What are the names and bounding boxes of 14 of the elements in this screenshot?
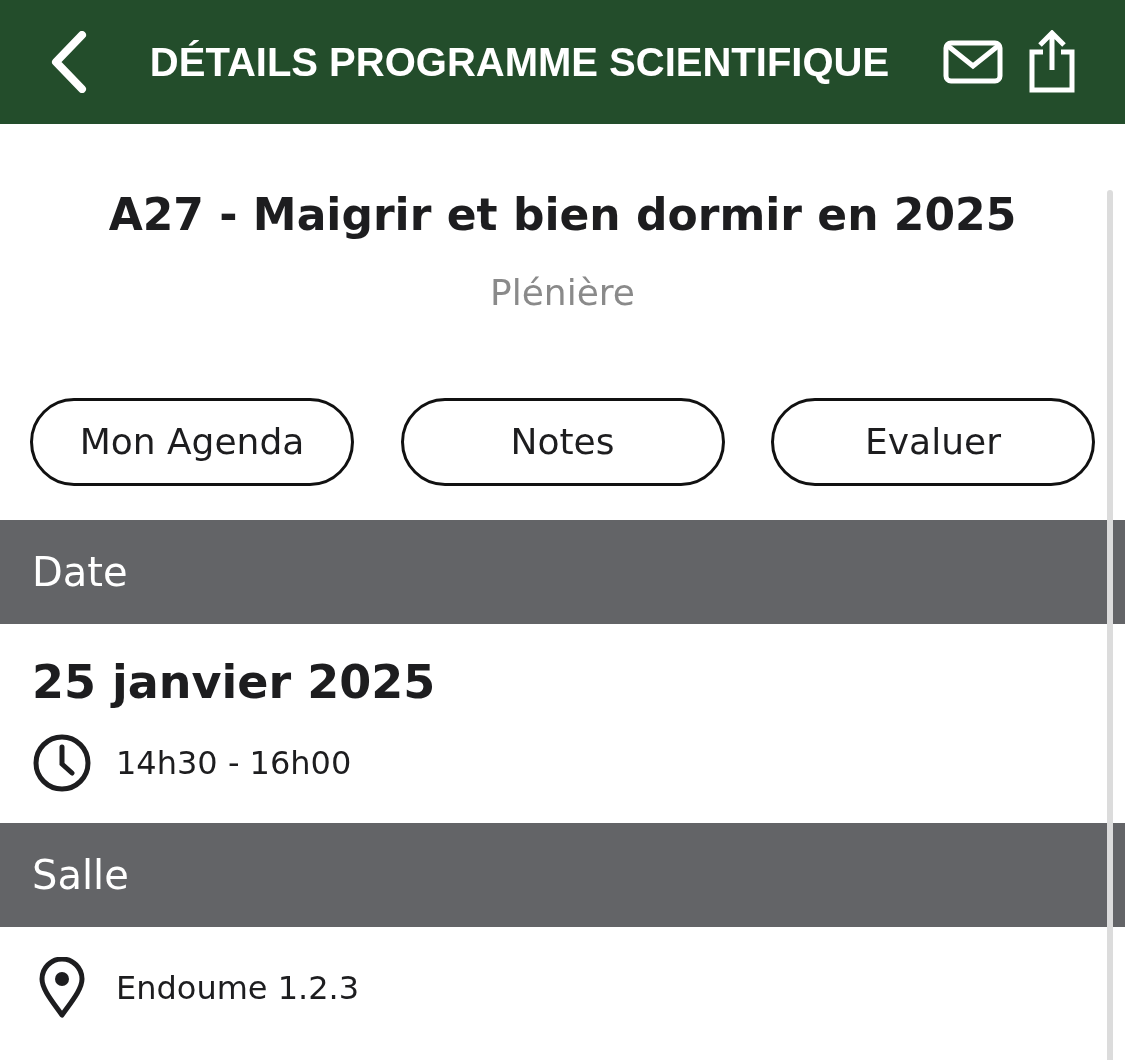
share-icon[interactable] — [1027, 30, 1077, 94]
action-button[interactable]: Mon Agenda — [30, 398, 354, 486]
page-title: DÉTAILS PROGRAMME SCIENTIFIQUE — [149, 40, 890, 84]
room-name: Endoume 1.2.3 — [116, 968, 360, 1009]
section-heading: Salle — [32, 851, 129, 900]
section-heading: Date — [32, 548, 128, 597]
time-range: 14h30 - 16h00 — [116, 743, 352, 784]
session-date: 25 janvier 2025 — [32, 655, 436, 709]
action-button[interactable]: Evaluer — [771, 398, 1095, 486]
session-title: A27 - Maigrir et bien dormir en 2025 — [107, 188, 1018, 242]
mail-icon[interactable] — [943, 40, 1003, 84]
session-type: Plénière — [490, 271, 635, 315]
clock-icon — [32, 733, 92, 793]
action-button[interactable]: Notes — [400, 398, 725, 486]
